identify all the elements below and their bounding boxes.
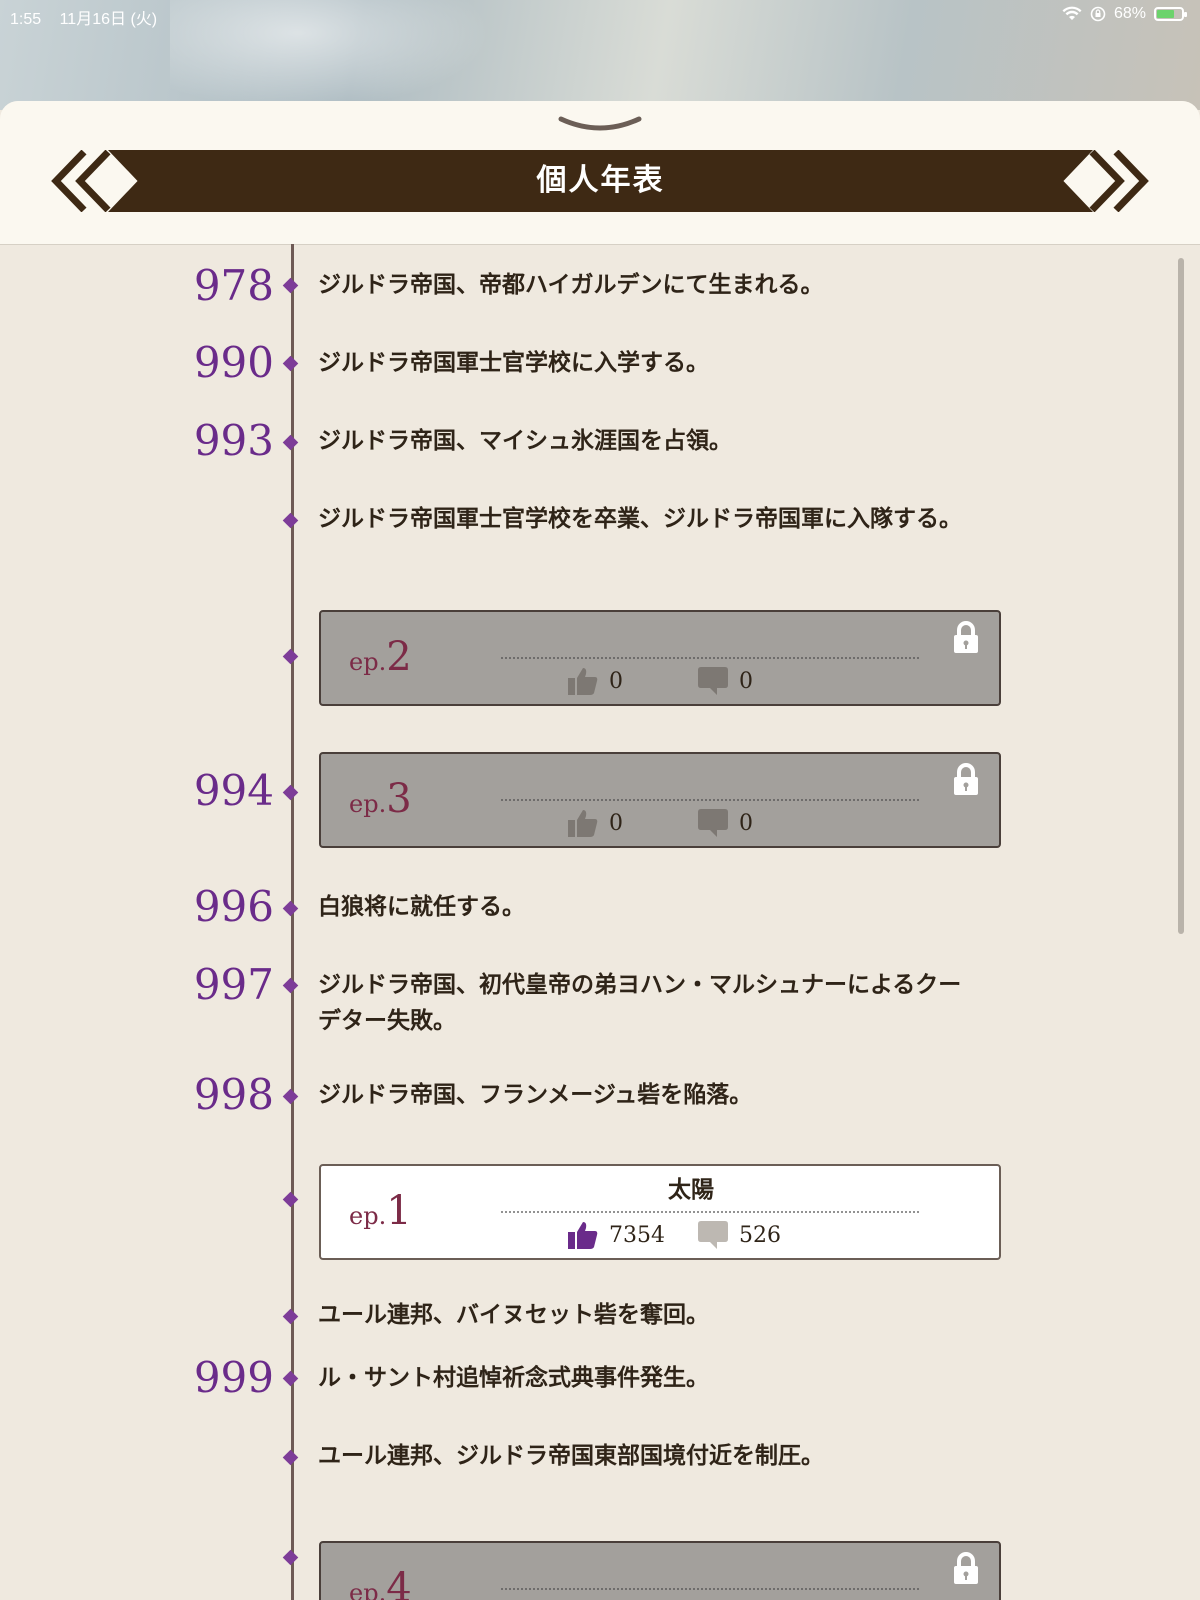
lock-icon bbox=[954, 763, 978, 795]
episode-label: ep.4 bbox=[349, 1565, 412, 1600]
lock-icon bbox=[954, 621, 978, 653]
episode-label: ep.3 bbox=[349, 776, 412, 822]
timeline-event: ジルドラ帝国、初代皇帝の弟ヨハン・マルシュナーによるクーデター失敗。 bbox=[318, 971, 962, 1034]
timeline-marker bbox=[282, 900, 299, 917]
timeline-year: 978 bbox=[193, 261, 274, 310]
episode-card[interactable]: ep.4 bbox=[319, 1541, 1001, 1600]
timeline-marker bbox=[282, 277, 299, 294]
timeline-event: ジルドラ帝国、フランメージュ砦を陥落。 bbox=[318, 1081, 753, 1108]
episode-divider bbox=[501, 1588, 919, 1590]
like-count: 7354 bbox=[567, 1220, 665, 1250]
banner-ornament-right-icon bbox=[1089, 150, 1149, 212]
thumbs-up-icon bbox=[568, 668, 598, 695]
timeline-year: 998 bbox=[193, 1070, 274, 1119]
timeline-marker bbox=[282, 648, 299, 665]
timeline-year: 999 bbox=[193, 1353, 274, 1402]
wifi-icon bbox=[1062, 6, 1082, 20]
timeline-year: 996 bbox=[193, 882, 274, 931]
timeline-event: ジルドラ帝国、帝都ハイガルデンにて生まれる。 bbox=[318, 271, 824, 298]
episode-divider bbox=[501, 1211, 919, 1213]
orientation-lock-icon bbox=[1090, 6, 1106, 22]
timeline-event: ル・サント村追悼祈念式典事件発生。 bbox=[318, 1364, 709, 1391]
timeline-marker bbox=[282, 1191, 299, 1208]
battery-percent: 68% bbox=[1113, 5, 1146, 22]
comment-bubble-icon bbox=[698, 1221, 728, 1249]
thumbs-up-icon bbox=[568, 1222, 598, 1249]
like-count: 0 bbox=[567, 808, 623, 838]
thumbs-up-icon bbox=[568, 810, 598, 837]
banner-ornament-left-icon bbox=[51, 150, 111, 212]
timeline-event: ジルドラ帝国軍士官学校に入学する。 bbox=[318, 349, 709, 376]
lock-icon bbox=[954, 1552, 978, 1584]
like-count: 0 bbox=[567, 666, 623, 696]
timeline-year: 993 bbox=[193, 416, 274, 465]
episode-card[interactable]: ep.3 0 0 bbox=[319, 752, 1001, 848]
status-date: 11月16日 (火) bbox=[59, 11, 158, 28]
status-time: 1:55 bbox=[10, 11, 42, 28]
episode-label: ep.2 bbox=[349, 634, 412, 680]
episode-label: ep.1 bbox=[349, 1188, 412, 1234]
comment-count: 0 bbox=[697, 808, 753, 838]
timeline-marker bbox=[282, 784, 299, 801]
episode-card[interactable]: ep.1 太陽 7354 526 bbox=[319, 1164, 1001, 1260]
timeline-event: ユール連邦、ジルドラ帝国東部国境付近を制圧。 bbox=[318, 1442, 824, 1469]
episode-card[interactable]: ep.2 0 0 bbox=[319, 610, 1001, 706]
timeline-marker bbox=[282, 1370, 299, 1387]
episode-divider bbox=[501, 799, 919, 801]
timeline-marker bbox=[282, 1088, 299, 1105]
comment-bubble-icon bbox=[698, 809, 728, 837]
scrollbar[interactable] bbox=[1178, 258, 1184, 934]
episode-title: 太陽 bbox=[668, 1176, 714, 1203]
timeline-year: 997 bbox=[193, 960, 274, 1009]
timeline-marker bbox=[282, 434, 299, 451]
timeline-marker bbox=[282, 1449, 299, 1466]
timeline-year: 994 bbox=[193, 766, 274, 815]
comment-count: 526 bbox=[697, 1220, 781, 1250]
timeline-marker bbox=[282, 355, 299, 372]
page-title: 個人年表 bbox=[536, 163, 665, 198]
timeline-event: ユール連邦、バイヌセット砦を奪回。 bbox=[318, 1301, 709, 1328]
timeline-event: ジルドラ帝国、マイシュ氷涯国を占領。 bbox=[318, 427, 732, 454]
timeline-marker bbox=[282, 1308, 299, 1325]
timeline-marker bbox=[282, 512, 299, 529]
timeline-event: ジルドラ帝国軍士官学校を卒業、ジルドラ帝国軍に入隊する。 bbox=[318, 505, 962, 532]
sheet-header: 個人年表 bbox=[0, 101, 1200, 245]
timeline-sheet: 個人年表 978 ジルドラ帝国、帝都ハイガルデンにて生まれる。 990 ジルドラ… bbox=[0, 101, 1200, 1600]
timeline-event: 白狼将に就任する。 bbox=[318, 893, 525, 920]
status-bar: 1:55 11月16日 (火) 68% bbox=[0, 0, 1200, 28]
timeline-marker bbox=[282, 977, 299, 994]
close-chevron-icon[interactable] bbox=[557, 115, 643, 135]
episode-divider bbox=[501, 657, 919, 659]
comment-count: 0 bbox=[697, 666, 753, 696]
timeline-year: 990 bbox=[193, 338, 274, 387]
timeline-marker bbox=[282, 1549, 299, 1566]
comment-bubble-icon bbox=[698, 667, 728, 695]
battery-icon bbox=[1154, 7, 1187, 21]
